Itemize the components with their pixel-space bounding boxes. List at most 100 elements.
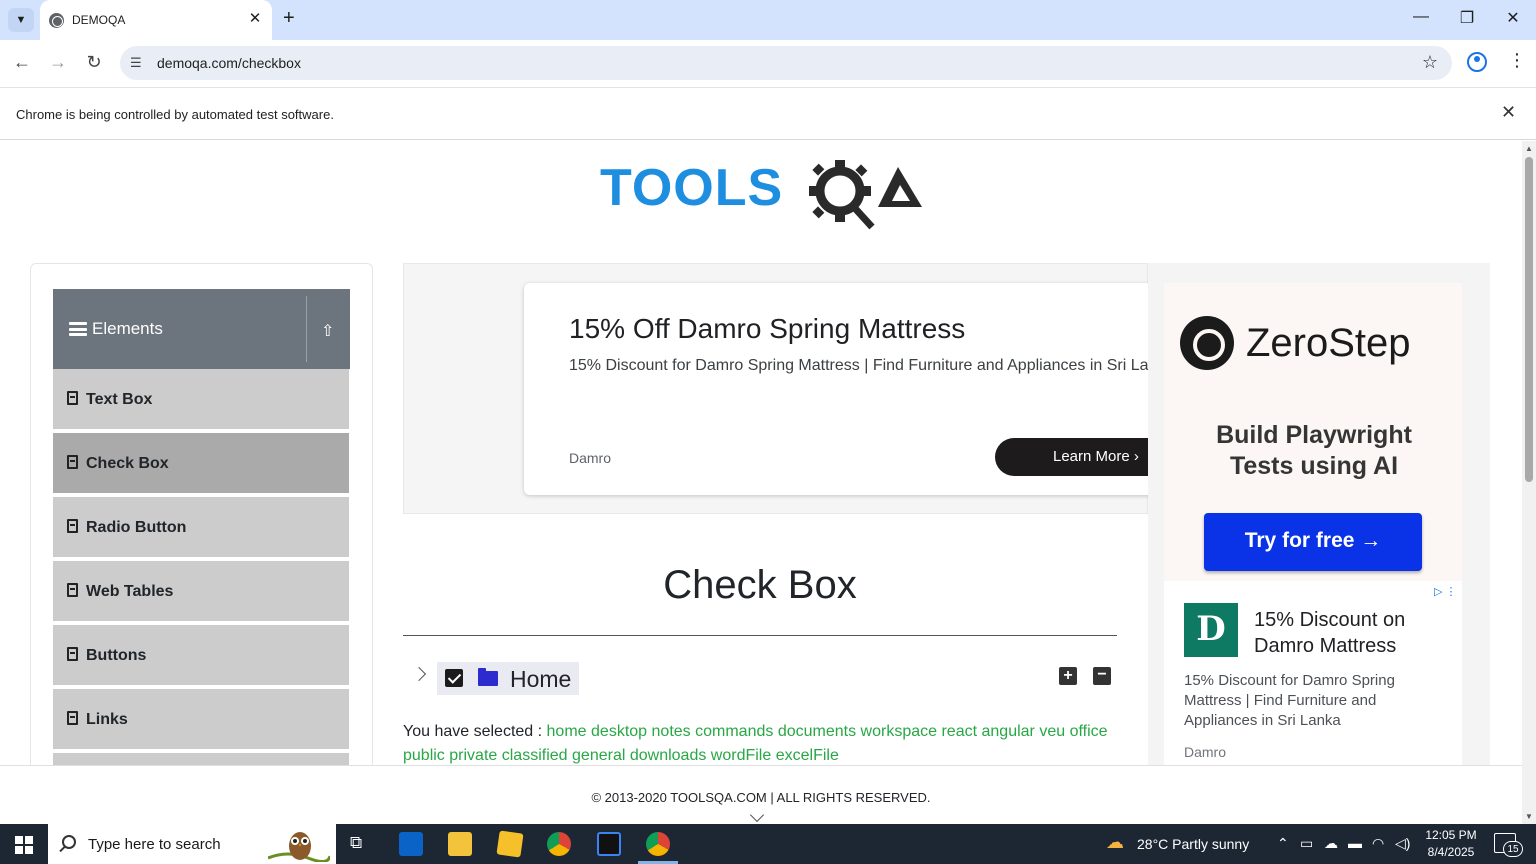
- scroll-up-icon[interactable]: ▲: [1525, 144, 1533, 153]
- footer-copyright: © 2013-2020 TOOLSQA.COM | ALL RIGHTS RES…: [591, 790, 931, 805]
- html5-icon: [67, 583, 78, 597]
- sidebar-item-label: Links: [86, 711, 128, 728]
- collapse-all-button[interactable]: −: [1093, 667, 1111, 685]
- selected-item: wordFile: [710, 747, 772, 764]
- chrome-active-icon[interactable]: [646, 832, 670, 856]
- selected-item: workspace: [860, 723, 938, 740]
- selected-item: notes: [651, 723, 691, 740]
- chrome-icon[interactable]: [547, 832, 571, 856]
- profile-icon[interactable]: [1467, 52, 1487, 72]
- folder-icon: [478, 668, 498, 686]
- sidebar-item-web-tables[interactable]: Web Tables: [53, 561, 349, 623]
- sidebar-item-label: Radio Button: [86, 519, 187, 536]
- scroll-down-icon[interactable]: ▼: [1525, 812, 1533, 821]
- browser-menu-icon[interactable]: ⋮: [1508, 50, 1526, 71]
- page-scrollbar[interactable]: ▲ ▼: [1522, 141, 1536, 824]
- side-ad: ZeroStep Build Playwright Tests using AI…: [1148, 263, 1490, 823]
- sidebar-item-links[interactable]: Links: [53, 689, 349, 751]
- battery-icon[interactable]: ▬: [1348, 835, 1362, 851]
- ad-card[interactable]: 15% Off Damro Spring Mattress 15% Discou…: [524, 283, 1164, 495]
- close-tab-icon[interactable]: ✕: [245, 9, 265, 27]
- windows-taskbar: Type here to search ⧉ ☁ 28°C Partly sunn…: [0, 824, 1536, 864]
- forward-icon[interactable]: →: [46, 52, 70, 73]
- sidebar-item-label: Buttons: [86, 647, 147, 664]
- outlook-icon[interactable]: [399, 832, 423, 856]
- upload-arrow-icon[interactable]: ⇧: [321, 321, 334, 341]
- ad-description: 15% Discount for Damro Spring Mattress |…: [569, 357, 1164, 374]
- elements-group-header[interactable]: Elements ⇧: [53, 289, 350, 369]
- selected-item: angular: [981, 723, 1035, 740]
- notification-count: 15: [1503, 841, 1523, 857]
- expand-all-button[interactable]: +: [1059, 667, 1077, 685]
- selected-item: commands: [695, 723, 774, 740]
- page-title: Check Box: [663, 563, 857, 607]
- infobar-close-icon[interactable]: ✕: [1501, 102, 1516, 123]
- sidebar-item-buttons[interactable]: Buttons: [53, 625, 349, 687]
- selected-item: office: [1069, 723, 1108, 740]
- zerostep-ad[interactable]: ZeroStep Build Playwright Tests using AI…: [1164, 283, 1462, 581]
- tree-node-home[interactable]: Home: [437, 662, 579, 695]
- bookmark-star-icon[interactable]: ☆: [1422, 52, 1438, 73]
- html5-icon: [67, 647, 78, 661]
- title-divider: [403, 635, 1117, 636]
- tree-root-row: Home + −: [403, 662, 1117, 696]
- browser-tab[interactable]: DEMOQA ✕: [40, 0, 272, 40]
- back-icon[interactable]: ←: [10, 52, 34, 73]
- page-footer: © 2013-2020 TOOLSQA.COM | ALL RIGHTS RES…: [0, 765, 1522, 824]
- onedrive-icon[interactable]: ☁: [1324, 835, 1338, 852]
- sidebar-item-radio-button[interactable]: Radio Button: [53, 497, 349, 559]
- notification-center-icon[interactable]: 15: [1494, 833, 1523, 857]
- window-close-icon[interactable]: ✕: [1498, 8, 1528, 28]
- new-tab-icon[interactable]: +: [283, 7, 295, 30]
- globe-icon: [49, 13, 64, 28]
- taskbar-search-placeholder[interactable]: Type here to search: [88, 836, 221, 853]
- learn-more-label: Learn More: [1053, 448, 1130, 465]
- sidebar-item-text-box[interactable]: Text Box: [53, 369, 349, 431]
- url-text[interactable]: demoqa.com/checkbox: [157, 55, 301, 71]
- scrollbar-thumb[interactable]: [1525, 157, 1533, 482]
- taskbar-clock[interactable]: 12:05 PM 8/4/2025: [1420, 827, 1482, 861]
- selected-result: You have selected : home desktop notes c…: [403, 720, 1117, 768]
- zerostep-tagline-line2: Tests using AI: [1229, 452, 1399, 480]
- weather-icon[interactable]: ☁: [1106, 832, 1124, 853]
- damro-logo: D: [1184, 603, 1238, 657]
- selected-item: documents: [777, 723, 857, 740]
- windows-start-icon[interactable]: [15, 836, 33, 854]
- learn-more-button[interactable]: Learn More ›: [995, 438, 1164, 476]
- tree-node-label[interactable]: Home: [510, 666, 571, 693]
- ad-headline[interactable]: 15% Off Damro Spring Mattress: [569, 313, 965, 345]
- selected-item: react: [941, 723, 978, 740]
- page-viewport: TOOLS Elements ⇧ Text Box Check Box Radi…: [0, 141, 1536, 824]
- expand-chevron-icon[interactable]: [411, 666, 427, 682]
- zerostep-tagline-line1: Build Playwright: [1216, 421, 1412, 449]
- selected-item: excelFile: [775, 747, 839, 764]
- try-for-free-button[interactable]: Try for free →: [1204, 513, 1422, 571]
- taskbar-search[interactable]: Type here to search: [48, 824, 336, 864]
- task-view-icon[interactable]: ⧉: [350, 833, 362, 853]
- html5-icon: [67, 455, 78, 469]
- tab-search-chevron-icon[interactable]: ▼: [8, 8, 34, 32]
- restore-icon[interactable]: ❐: [1452, 8, 1482, 28]
- search-icon: [62, 835, 76, 849]
- wifi-icon[interactable]: ◠: [1372, 835, 1384, 852]
- site-settings-icon[interactable]: ☰: [130, 55, 142, 71]
- file-explorer-icon[interactable]: [448, 832, 472, 856]
- minimize-icon[interactable]: —: [1406, 8, 1436, 26]
- intellij-icon[interactable]: [597, 832, 621, 856]
- weather-text[interactable]: 28°C Partly sunny: [1137, 836, 1249, 852]
- show-hidden-icons-icon[interactable]: ⌃: [1277, 835, 1289, 852]
- damro-headline[interactable]: 15% Discount on Damro Mattress: [1254, 607, 1454, 659]
- sidebar-item-check-box[interactable]: Check Box: [53, 433, 349, 495]
- address-bar[interactable]: ☰ demoqa.com/checkbox ☆: [120, 46, 1452, 80]
- adchoices-icon[interactable]: ▷ ⋮: [1434, 585, 1457, 598]
- zerostep-brand: ZeroStep: [1246, 321, 1411, 365]
- reload-icon[interactable]: ↻: [82, 52, 106, 73]
- selected-item: public: [403, 747, 445, 764]
- meet-now-icon[interactable]: ▭: [1300, 835, 1313, 852]
- group-title: Elements: [92, 319, 163, 338]
- checkbox-checked[interactable]: [445, 669, 463, 687]
- toolsqa-logo[interactable]: TOOLS: [600, 155, 930, 233]
- volume-icon[interactable]: ◁): [1395, 835, 1410, 852]
- sticky-notes-icon[interactable]: [496, 830, 524, 858]
- selected-item: home: [546, 723, 587, 740]
